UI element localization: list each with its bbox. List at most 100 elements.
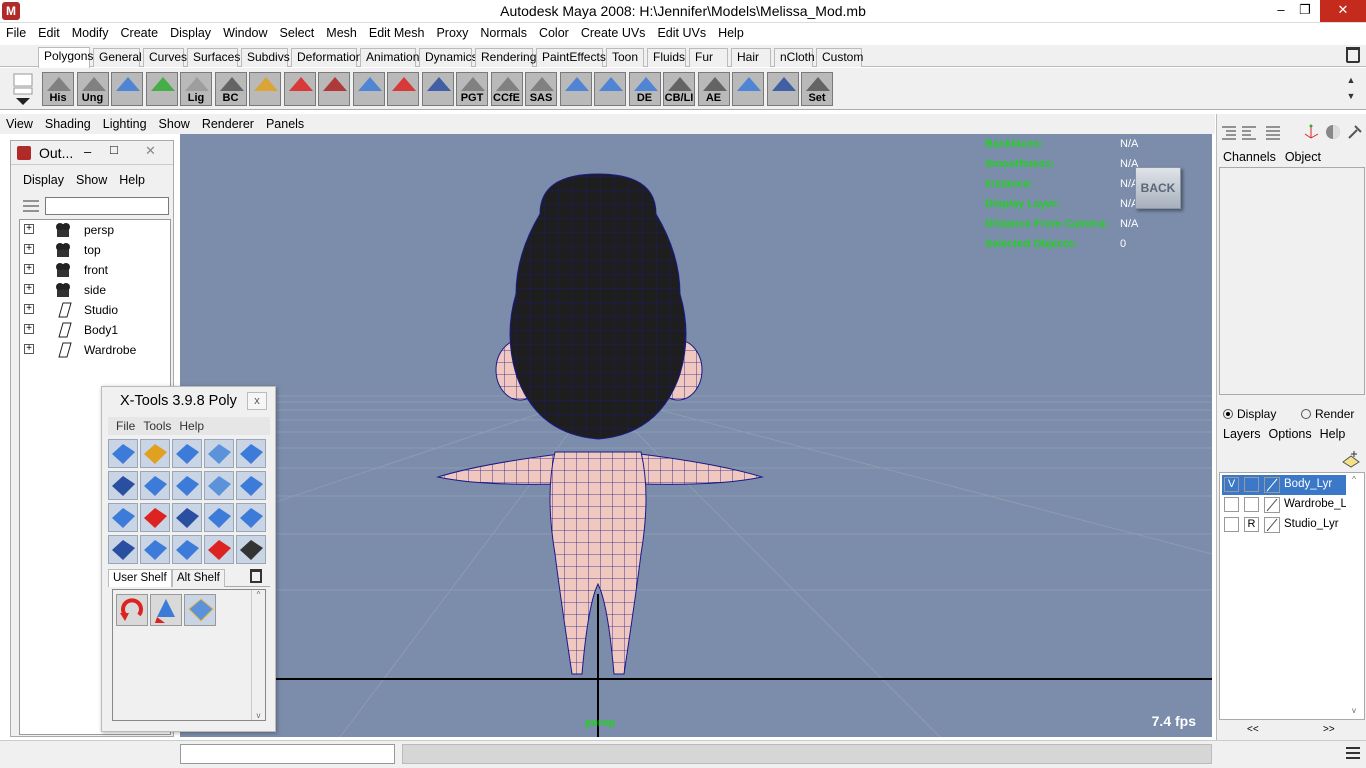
panel-menu-show[interactable]: Show: [153, 114, 196, 134]
playback-toggle[interactable]: [1244, 477, 1259, 492]
outliner-item-persp[interactable]: + persp: [20, 220, 170, 240]
shelf-button-tool-6[interactable]: [249, 72, 281, 106]
layer-mode-render[interactable]: Render: [1301, 407, 1354, 421]
xtools-tool-icon[interactable]: [140, 503, 170, 532]
shelf-button-pgt[interactable]: PGT: [456, 72, 488, 106]
axes-icon[interactable]: [1303, 124, 1319, 140]
outliner-item-front[interactable]: + front: [20, 260, 170, 280]
visibility-toggle[interactable]: [1224, 497, 1239, 512]
list-icon[interactable]: [1221, 124, 1237, 140]
perspective-viewport[interactable]: Backfaces: N/A Smoothness: N/A Instance: N/A D…: [180, 134, 1212, 737]
xtools-tool-icon[interactable]: [204, 439, 234, 468]
trash-icon[interactable]: [250, 569, 262, 583]
shelf-button-tool-3[interactable]: [145, 72, 178, 106]
new-layer-icon[interactable]: [1341, 450, 1361, 468]
expand-icon[interactable]: +: [24, 304, 34, 314]
undo-icon[interactable]: [116, 594, 148, 626]
filter-icon[interactable]: [21, 197, 41, 215]
tab-curves[interactable]: Curves: [143, 48, 187, 67]
maximize-button[interactable]: □: [110, 142, 118, 157]
tab-toon[interactable]: Toon: [606, 48, 644, 67]
scroll-down-icon[interactable]: ▼: [1344, 88, 1358, 104]
menu-edit[interactable]: Edit: [32, 23, 66, 43]
xtools-tool-icon[interactable]: [108, 439, 138, 468]
extrude-icon[interactable]: [150, 594, 182, 626]
layer-color-icon[interactable]: [1264, 477, 1280, 493]
tab-surfaces[interactable]: Surfaces: [187, 48, 240, 67]
outliner-item-studio[interactable]: + Studio: [20, 300, 170, 320]
radio-icon[interactable]: [1301, 408, 1311, 419]
view-cube-back[interactable]: BACK: [1135, 167, 1181, 209]
nav-right-button[interactable]: >>: [1323, 724, 1335, 735]
xtools-tool-icon[interactable]: [204, 471, 234, 500]
channels-menu-object[interactable]: Object: [1285, 150, 1321, 164]
scroll-up-icon[interactable]: ^: [1348, 475, 1360, 484]
expand-icon[interactable]: +: [24, 244, 34, 254]
scroll-up-icon[interactable]: ▲: [1344, 72, 1358, 88]
close-button[interactable]: ✕: [145, 143, 156, 159]
layer-row[interactable]: Wardrobe_Lyr: [1222, 495, 1346, 515]
shelf-button-sas[interactable]: SAS: [525, 72, 557, 106]
tab-ncloth[interactable]: nCloth: [774, 48, 815, 67]
close-button[interactable]: x: [247, 392, 267, 410]
tab-custom[interactable]: Custom: [816, 48, 863, 67]
tab-subdivs[interactable]: Subdivs: [241, 48, 290, 67]
layer-color-icon[interactable]: [1264, 497, 1280, 513]
tab-polygons[interactable]: Polygons: [38, 47, 93, 68]
layer-menu-help[interactable]: Help: [1320, 427, 1346, 441]
layer-scrollbar[interactable]: ^ v: [1348, 475, 1360, 715]
radio-icon[interactable]: [1223, 408, 1233, 419]
tab-rendering[interactable]: Rendering: [475, 48, 536, 67]
xtools-tool-icon[interactable]: [204, 503, 234, 532]
channels-menu-channels[interactable]: Channels: [1223, 150, 1276, 164]
outliner-menu-help[interactable]: Help: [119, 173, 145, 187]
panel-menu-renderer[interactable]: Renderer: [196, 114, 260, 134]
menu-icon[interactable]: [1346, 747, 1360, 759]
indent-icon[interactable]: [1241, 124, 1257, 140]
shelf-button-tool-15[interactable]: [559, 72, 592, 106]
tab-fluids[interactable]: Fluids: [647, 48, 686, 67]
xtools-menu-file[interactable]: File: [116, 419, 135, 433]
scroll-up-icon[interactable]: ^: [252, 590, 265, 599]
xtools-tool-icon[interactable]: [172, 535, 202, 564]
menu-display[interactable]: Display: [164, 23, 217, 43]
layer-color-icon[interactable]: [1264, 517, 1280, 533]
xtools-tool-icon[interactable]: [140, 471, 170, 500]
shelf-button-lig[interactable]: Lig: [180, 72, 212, 106]
xtools-tool-icon[interactable]: [108, 535, 138, 564]
tab-user-shelf[interactable]: User Shelf: [108, 569, 172, 587]
shelf-button-cbli[interactable]: CB/LI: [663, 72, 695, 106]
menu-window[interactable]: Window: [217, 23, 273, 43]
xtools-menu-help[interactable]: Help: [179, 419, 204, 433]
menu-normals[interactable]: Normals: [474, 23, 533, 43]
panel-menu-view[interactable]: View: [0, 114, 39, 134]
menu-file[interactable]: File: [0, 23, 32, 43]
expand-icon[interactable]: +: [24, 344, 34, 354]
shelf-button-tool-7[interactable]: [283, 72, 316, 106]
menu-edit-mesh[interactable]: Edit Mesh: [363, 23, 431, 43]
channel-box-icon[interactable]: [1265, 124, 1281, 140]
tab-hair[interactable]: Hair: [731, 48, 771, 67]
panel-menu-panels[interactable]: Panels: [260, 114, 310, 134]
layer-menu-layers[interactable]: Layers: [1223, 427, 1261, 441]
menu-edit-uvs[interactable]: Edit UVs: [651, 23, 712, 43]
shelf-button-tool-8[interactable]: [318, 72, 350, 106]
shelf-menu-icon[interactable]: [12, 72, 34, 108]
xtools-tool-icon[interactable]: [236, 503, 266, 532]
tab-general[interactable]: General: [93, 48, 142, 67]
expand-icon[interactable]: +: [24, 224, 34, 234]
xtools-tool-icon[interactable]: [204, 535, 234, 564]
expand-icon[interactable]: +: [24, 264, 34, 274]
xtools-shelf-scrollbar[interactable]: ^ v: [251, 590, 265, 720]
xtools-tool-icon[interactable]: [172, 439, 202, 468]
expand-icon[interactable]: +: [24, 284, 34, 294]
maximize-button[interactable]: ❐: [1288, 0, 1322, 22]
shelf-button-tool-10[interactable]: [387, 72, 419, 106]
tab-painteffects[interactable]: PaintEffects: [536, 48, 606, 67]
shelf-button-bc[interactable]: BC: [214, 72, 247, 106]
playback-toggle[interactable]: R: [1244, 517, 1259, 532]
xtools-tool-icon[interactable]: [236, 471, 266, 500]
shelf-button-tool-16[interactable]: [594, 72, 626, 106]
close-button[interactable]: ✕: [1320, 0, 1366, 22]
xtools-tool-icon[interactable]: [140, 439, 170, 468]
